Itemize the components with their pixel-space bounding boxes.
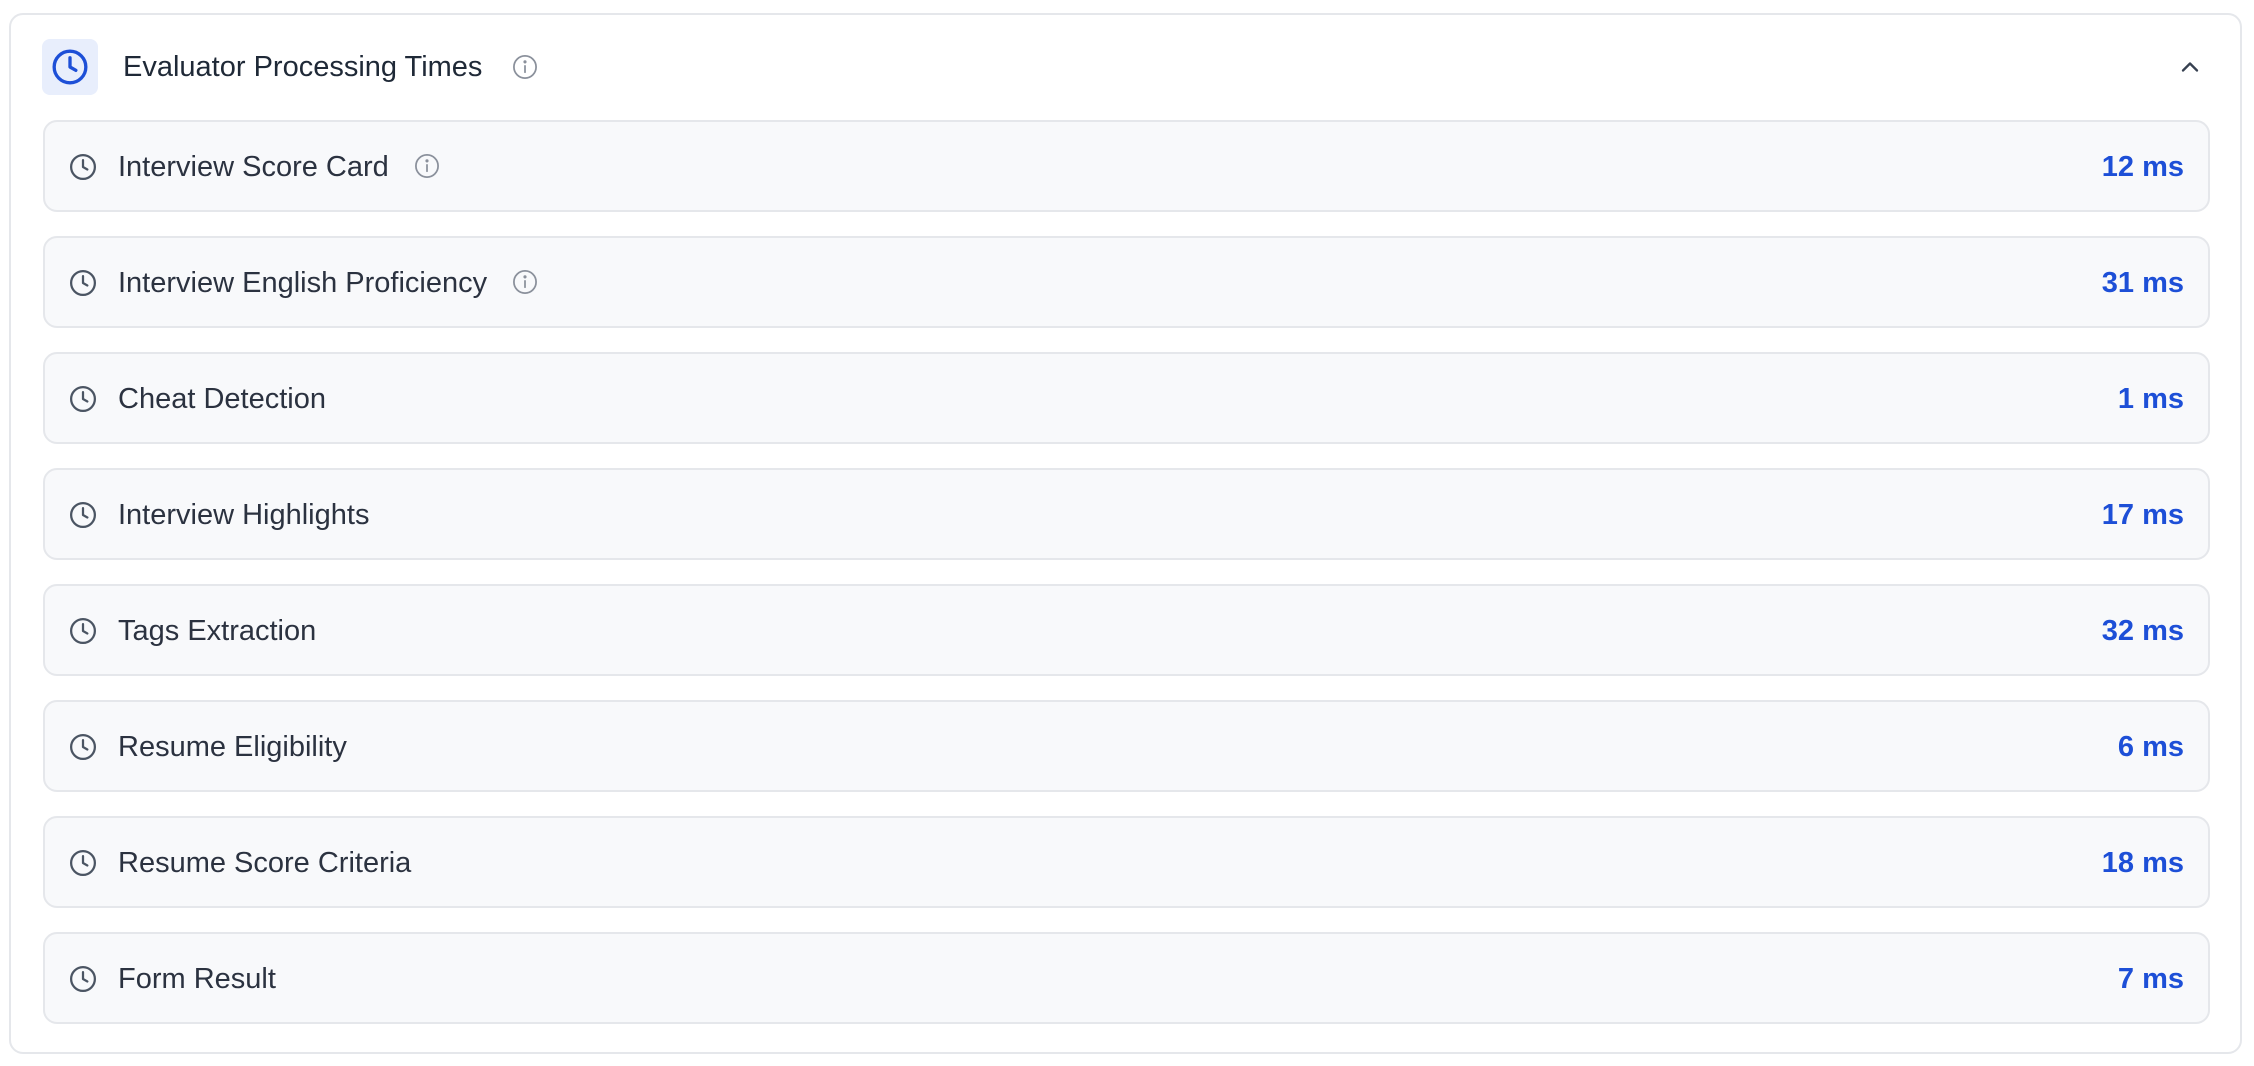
evaluator-row: Resume Score Criteria 18 ms: [43, 816, 2210, 908]
clock-icon: [68, 732, 98, 762]
panel-header[interactable]: Evaluator Processing Times: [11, 15, 2240, 120]
evaluator-row: Form Result 7 ms: [43, 932, 2210, 1024]
evaluator-row: Interview Score Card 12 ms: [43, 120, 2210, 212]
evaluator-row-label-wrap: Form Result: [118, 961, 276, 997]
evaluator-name: Interview Score Card: [118, 151, 389, 183]
clock-icon: [68, 268, 98, 298]
evaluator-row-label-wrap: Tags Extraction: [118, 613, 316, 649]
clock-icon: [68, 152, 98, 182]
evaluator-name: Tags Extraction: [118, 615, 317, 647]
clock-icon: [68, 848, 98, 878]
processing-time: 18 ms: [2101, 847, 2184, 879]
info-icon[interactable]: [511, 268, 539, 296]
processing-time: 12 ms: [2101, 151, 2184, 183]
evaluator-processing-times-panel: Evaluator Processing Times Interview Sco…: [9, 13, 2242, 1054]
evaluator-row-label-wrap: Resume Eligibility: [118, 729, 347, 765]
evaluator-name: Interview Highlights: [118, 499, 370, 531]
chevron-up-icon[interactable]: [2176, 53, 2204, 81]
processing-time: 17 ms: [2101, 499, 2184, 531]
panel-title: Evaluator Processing Times: [123, 51, 483, 83]
evaluator-row: Resume Eligibility 6 ms: [43, 700, 2210, 792]
processing-time: 7 ms: [2117, 963, 2184, 995]
evaluator-row-label-wrap: Interview English Proficiency: [118, 265, 539, 301]
processing-time: 6 ms: [2117, 731, 2184, 763]
clock-icon: [68, 964, 98, 994]
evaluator-name: Resume Score Criteria: [118, 847, 412, 879]
info-icon[interactable]: [413, 152, 441, 180]
info-icon[interactable]: [511, 53, 539, 81]
clock-icon: [68, 500, 98, 530]
evaluator-list: Interview Score Card 12 ms Interview Eng…: [43, 120, 2210, 1048]
evaluator-name: Interview English Proficiency: [118, 267, 488, 299]
clock-icon: [68, 384, 98, 414]
evaluator-row-label-wrap: Interview Score Card: [118, 149, 441, 185]
evaluator-row-label-wrap: Interview Highlights: [118, 497, 369, 533]
evaluator-row-label-wrap: Cheat Detection: [118, 381, 326, 417]
evaluator-name: Cheat Detection: [118, 383, 326, 415]
evaluator-row: Interview English Proficiency 31 ms: [43, 236, 2210, 328]
evaluator-row-label-wrap: Resume Score Criteria: [118, 845, 411, 881]
evaluator-name: Form Result: [118, 963, 276, 995]
evaluator-row: Cheat Detection 1 ms: [43, 352, 2210, 444]
clock-icon: [42, 39, 98, 95]
clock-icon: [68, 616, 98, 646]
evaluator-name: Resume Eligibility: [118, 731, 347, 763]
processing-time: 32 ms: [2101, 615, 2184, 647]
processing-time: 31 ms: [2101, 267, 2184, 299]
evaluator-row: Tags Extraction 32 ms: [43, 584, 2210, 676]
evaluator-row: Interview Highlights 17 ms: [43, 468, 2210, 560]
processing-time: 1 ms: [2117, 383, 2184, 415]
